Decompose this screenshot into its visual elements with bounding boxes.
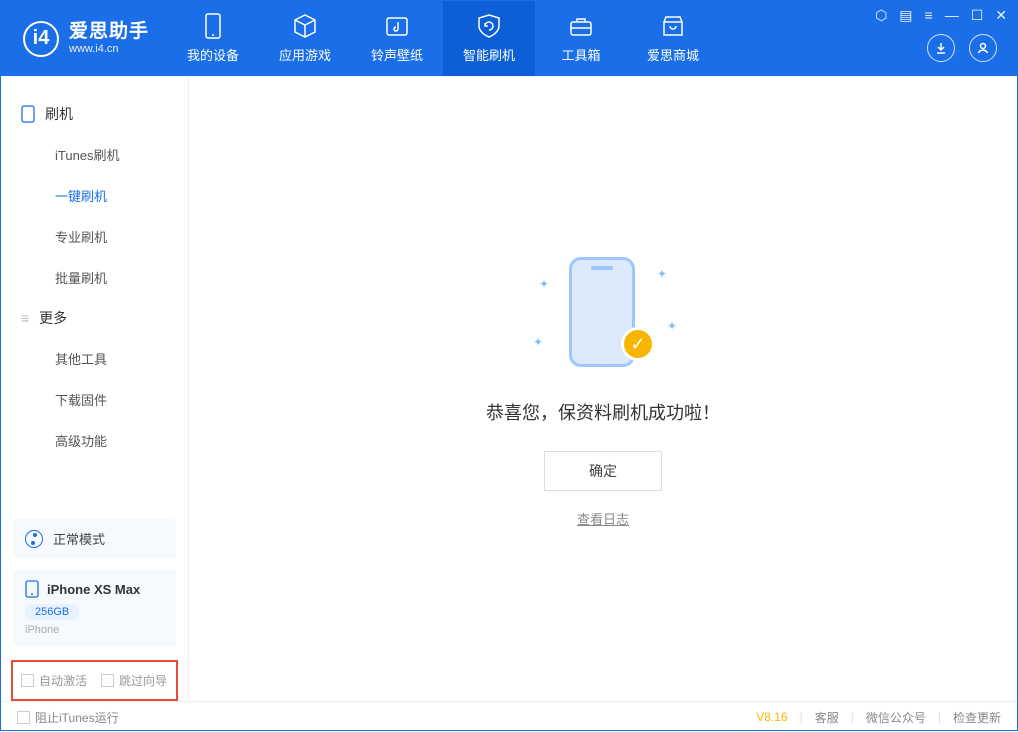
maximize-button[interactable]: ☐: [971, 7, 984, 24]
sidebar-pro-flash[interactable]: 专业刷机: [1, 216, 188, 257]
nav-my-device[interactable]: 我的设备: [167, 1, 259, 76]
main-nav: 我的设备 应用游戏 铃声壁纸 智能刷机 工具箱 爱思商城: [167, 1, 719, 76]
sidebar-group-flash: 刷机: [1, 94, 188, 134]
nav-toolbox[interactable]: 工具箱: [535, 1, 627, 76]
sidebar-group-more: ≡ 更多: [1, 298, 188, 338]
device-box[interactable]: iPhone XS Max 256GB iPhone: [13, 570, 176, 646]
checkbox-row: 自动激活 跳过向导: [11, 660, 178, 701]
block-itunes-checkbox[interactable]: 阻止iTunes运行: [17, 709, 119, 726]
cube-icon: [292, 13, 318, 39]
minimize-button[interactable]: —: [945, 7, 959, 24]
wechat-link[interactable]: 微信公众号: [866, 709, 926, 726]
support-link[interactable]: 客服: [815, 709, 839, 726]
nav-label: 铃声壁纸: [371, 45, 423, 64]
mode-icon: [25, 530, 43, 548]
success-illustration: ✦✦✦✦ ✓: [533, 249, 673, 379]
nav-label: 爱思商城: [647, 45, 699, 64]
status-bar: 阻止iTunes运行 V8.16 | 客服 | 微信公众号 | 检查更新: [1, 701, 1017, 732]
logo-block: i4 爱思助手 www.i4.cn: [1, 1, 167, 76]
main-content: ✦✦✦✦ ✓ 恭喜您，保资料刷机成功啦！ 确定 查看日志: [189, 76, 1017, 701]
logo-icon: i4: [23, 21, 59, 57]
success-message: 恭喜您，保资料刷机成功啦！: [486, 399, 720, 425]
device-name: iPhone XS Max: [47, 582, 140, 597]
sidebar-itunes-flash[interactable]: iTunes刷机: [1, 134, 188, 175]
nav-label: 我的设备: [187, 45, 239, 64]
app-header: i4 爱思助手 www.i4.cn 我的设备 应用游戏 铃声壁纸 智能刷机 工具…: [1, 1, 1017, 76]
device-capacity: 256GB: [25, 604, 79, 620]
auto-activate-checkbox[interactable]: 自动激活: [21, 672, 87, 689]
music-folder-icon: [384, 13, 410, 39]
check-icon: ✓: [621, 327, 655, 361]
list-icon[interactable]: ▤: [899, 7, 912, 24]
sidebar-advanced[interactable]: 高级功能: [1, 420, 188, 461]
nav-flash[interactable]: 智能刷机: [443, 1, 535, 76]
nav-apps[interactable]: 应用游戏: [259, 1, 351, 76]
mode-label: 正常模式: [53, 529, 105, 548]
nav-label: 智能刷机: [463, 45, 515, 64]
menu-icon[interactable]: ≡: [925, 7, 933, 24]
view-log-link[interactable]: 查看日志: [577, 509, 629, 528]
nav-label: 应用游戏: [279, 45, 331, 64]
download-button[interactable]: [927, 34, 955, 62]
nav-store[interactable]: 爱思商城: [627, 1, 719, 76]
device-icon: [200, 13, 226, 39]
phone-icon: [25, 580, 39, 598]
app-subtitle: www.i4.cn: [69, 43, 149, 55]
sidebar-download-firmware[interactable]: 下载固件: [1, 379, 188, 420]
sidebar: 刷机 iTunes刷机 一键刷机 专业刷机 批量刷机 ≡ 更多 其他工具 下载固…: [1, 76, 189, 701]
user-button[interactable]: [969, 34, 997, 62]
sidebar-oneclick-flash[interactable]: 一键刷机: [1, 175, 188, 216]
skip-guide-checkbox[interactable]: 跳过向导: [101, 672, 167, 689]
shirt-icon[interactable]: ⬡: [875, 7, 887, 24]
version-label: V8.16: [756, 710, 787, 724]
sidebar-other-tools[interactable]: 其他工具: [1, 338, 188, 379]
store-icon: [660, 13, 686, 39]
close-button[interactable]: ✕: [995, 7, 1007, 24]
nav-label: 工具箱: [562, 45, 601, 64]
mode-box[interactable]: 正常模式: [13, 519, 176, 558]
nav-ringtones[interactable]: 铃声壁纸: [351, 1, 443, 76]
refresh-shield-icon: [476, 13, 502, 39]
more-icon: ≡: [21, 310, 29, 326]
device-type: iPhone: [25, 624, 164, 636]
window-controls: ⬡ ▤ ≡ — ☐ ✕: [875, 7, 1007, 24]
check-update-link[interactable]: 检查更新: [953, 709, 1001, 726]
sidebar-batch-flash[interactable]: 批量刷机: [1, 257, 188, 298]
ok-button[interactable]: 确定: [544, 451, 662, 491]
app-title: 爱思助手: [69, 22, 149, 43]
phone-icon: [21, 105, 35, 123]
toolbox-icon: [568, 13, 594, 39]
